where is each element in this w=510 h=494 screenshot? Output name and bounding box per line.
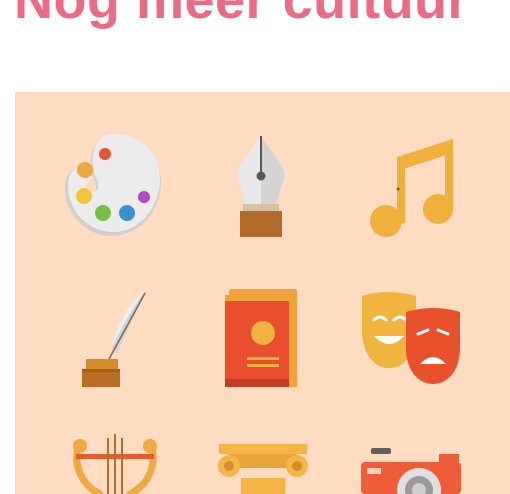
lyre-icon	[73, 434, 157, 494]
music-note-icon	[370, 139, 453, 237]
palette-icon	[65, 134, 161, 236]
fountain-pen-icon	[237, 136, 285, 237]
page-title: Nog meer cultuur	[14, 0, 470, 30]
culture-illustration	[15, 92, 510, 494]
camera-icon	[361, 448, 461, 494]
theater-masks-icon	[362, 292, 460, 384]
book-icon	[225, 289, 297, 387]
quill-inkwell-icon	[82, 289, 147, 387]
column-capital-icon	[218, 444, 308, 494]
